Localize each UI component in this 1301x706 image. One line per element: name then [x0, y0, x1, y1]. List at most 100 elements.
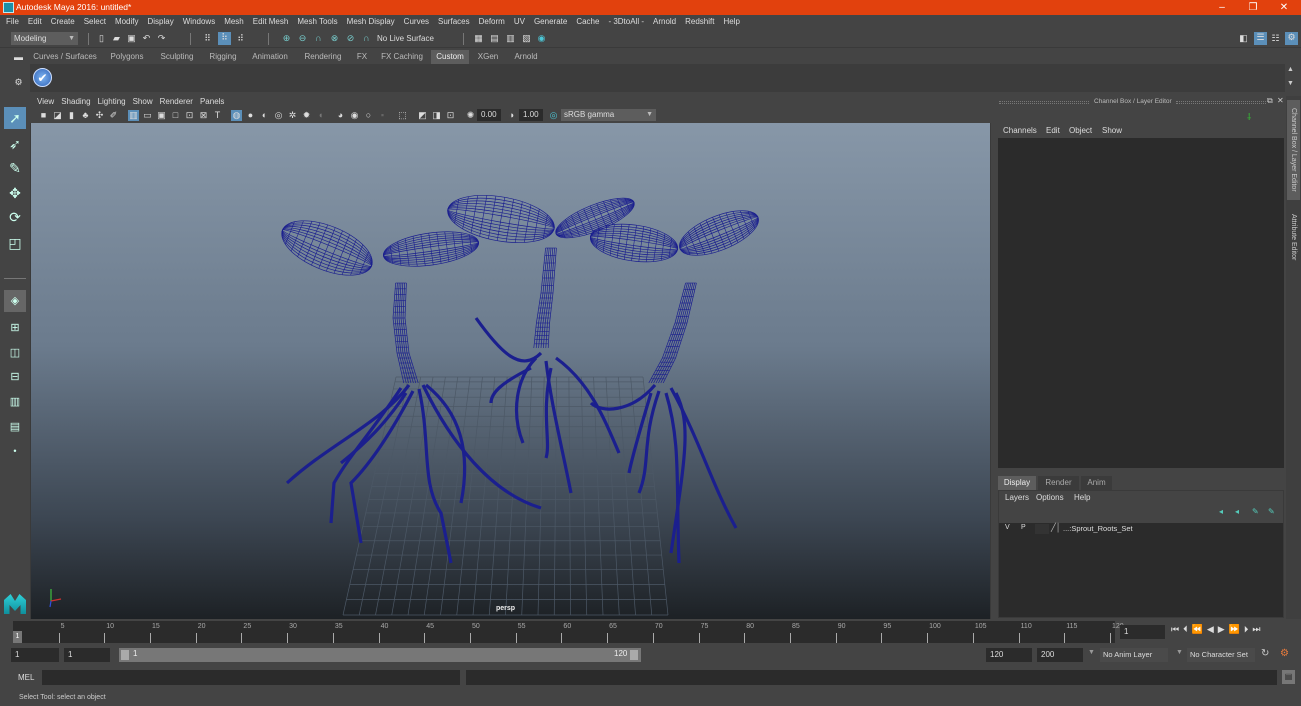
attribute-editor-toggle-icon[interactable]: ☰ [1254, 32, 1267, 45]
exposure-field[interactable]: 0.00 [477, 109, 501, 121]
cb-menu-edit[interactable]: Edit [1046, 126, 1060, 135]
maximize-button[interactable]: ❐ [1238, 0, 1268, 15]
gate-mask-icon[interactable]: □ [170, 110, 181, 121]
redo-icon[interactable]: ↷ [156, 33, 167, 44]
use-default-material-icon[interactable]: ◐ [259, 110, 270, 121]
shelf-settings-icon[interactable]: ⚙ [13, 77, 24, 88]
menu-mesh-display[interactable]: Mesh Display [347, 15, 395, 29]
script-editor-icon[interactable]: ▤ [1282, 670, 1295, 684]
vp-menu-show[interactable]: Show [133, 96, 153, 108]
new-empty-layer-icon[interactable]: ✎ [1252, 507, 1259, 516]
mode-dropdown[interactable]: Modeling ▼ [11, 32, 78, 45]
shelf-tab-rigging[interactable]: Rigging [204, 50, 242, 64]
layer-color-icon[interactable]: ╱│ [1051, 523, 1061, 532]
shelf-scroll-down-icon[interactable]: ▼ [1287, 80, 1294, 87]
go-to-start-icon[interactable]: ⏮ [1171, 624, 1183, 634]
menu-3dtoall[interactable]: - 3DtoAll - [608, 15, 644, 29]
chevron-down-icon[interactable]: ▼ [1176, 649, 1183, 656]
current-time-marker[interactable]: 1 [13, 631, 22, 643]
hypershade-icon[interactable]: ◉ [536, 33, 547, 44]
select-tool-icon[interactable]: ➚ [4, 107, 26, 129]
screen-space-ao-icon[interactable]: ◕ [335, 110, 346, 121]
layer-tab-render[interactable]: Render [1038, 476, 1079, 490]
open-scene-icon[interactable]: ▰ [111, 33, 122, 44]
scale-tool-icon[interactable]: ◰ [4, 232, 26, 254]
menu-mesh[interactable]: Mesh [224, 15, 244, 29]
shelf-tab-fx-caching[interactable]: FX Caching [377, 50, 427, 64]
textured-icon[interactable]: ✲ [287, 110, 298, 121]
step-back-frame-icon[interactable]: ⏴ [1183, 624, 1192, 634]
snap-curve-icon[interactable]: ⊖ [297, 33, 308, 44]
cb-menu-channels[interactable]: Channels [1003, 126, 1037, 135]
shelf-tab-rendering[interactable]: Rendering [299, 50, 347, 64]
grid-toggle-icon[interactable]: ▥ [128, 110, 139, 121]
isolate-select-icon[interactable]: ⬚ [397, 110, 408, 121]
shelf-tab-curves-surfaces[interactable]: Curves / Surfaces [31, 50, 99, 64]
undo-icon[interactable]: ↶ [141, 33, 152, 44]
scene-start-field[interactable]: 1 [11, 648, 59, 662]
smooth-shade-icon[interactable]: ● [245, 110, 256, 121]
layer-visibility-toggle[interactable]: V [1005, 524, 1010, 531]
camera-icon[interactable]: ■ [38, 110, 49, 121]
shadows-icon[interactable]: ◖ [315, 110, 326, 121]
le-menu-layers[interactable]: Layers [1005, 493, 1029, 502]
menu-generate[interactable]: Generate [534, 15, 567, 29]
live-surface-field[interactable]: No Live Surface [374, 32, 454, 45]
menu-file[interactable]: File [6, 15, 19, 29]
menu-surfaces[interactable]: Surfaces [438, 15, 470, 29]
snap-live-icon[interactable]: ∩ [361, 33, 372, 44]
motion-blur-icon[interactable]: ◉ [349, 110, 360, 121]
shelf-scroll-up-icon[interactable]: ▲ [1287, 66, 1294, 73]
menu-help[interactable]: Help [723, 15, 739, 29]
layer-row[interactable]: V P ╱│ ...:Sprout_Roots_Set [999, 523, 1283, 535]
shelf-tab-animation[interactable]: Animation [248, 50, 292, 64]
modeling-toolkit-icon[interactable]: ◧ [1238, 33, 1249, 44]
resolution-gate-icon[interactable]: ▣ [156, 110, 167, 121]
go-to-end-icon[interactable]: ⏭ [1252, 624, 1264, 634]
new-layer-selected-icon[interactable]: ✎ [1268, 507, 1275, 516]
side-tab-channel-box[interactable]: Channel Box / Layer Editor [1287, 100, 1300, 200]
range-start-handle[interactable] [121, 650, 129, 660]
safe-action-icon[interactable]: ⊠ [198, 110, 209, 121]
film-gate-icon[interactable]: ▭ [142, 110, 153, 121]
menu-uv[interactable]: UV [514, 15, 525, 29]
scene-canvas[interactable] [31, 123, 990, 619]
auto-key-icon[interactable]: ↻ [1261, 648, 1269, 659]
wireframe-on-shaded-icon[interactable]: ◎ [273, 110, 284, 121]
minimize-button[interactable]: – [1207, 0, 1237, 15]
menu-cache[interactable]: Cache [576, 15, 599, 29]
menu-curves[interactable]: Curves [404, 15, 429, 29]
float-panel-icon[interactable]: ⧉ [1267, 96, 1273, 106]
xray-components-icon[interactable]: ⊡ [445, 110, 456, 121]
vp-menu-panels[interactable]: Panels [200, 96, 224, 108]
rotate-tool-icon[interactable]: ⟳ [4, 206, 26, 228]
custom-shelf-check-icon[interactable]: ✔ [33, 68, 52, 87]
save-scene-icon[interactable]: ▣ [126, 33, 137, 44]
multisample-aa-icon[interactable]: ○ [363, 110, 374, 121]
menu-mesh-tools[interactable]: Mesh Tools [297, 15, 337, 29]
tool-settings-icon[interactable]: ☷ [1270, 33, 1281, 44]
cb-menu-show[interactable]: Show [1102, 126, 1122, 135]
grease-pencil-icon[interactable]: ✐ [108, 110, 119, 121]
play-forwards-icon[interactable]: ▶ [1218, 624, 1229, 634]
chevron-down-icon[interactable]: ▼ [1088, 649, 1095, 656]
render-view-icon[interactable]: ▦ [473, 33, 484, 44]
xray-icon[interactable]: ◩ [417, 110, 428, 121]
shelf-tab-fx[interactable]: FX [352, 50, 372, 64]
time-slider-track[interactable]: 1 5 10 15 20 25 30 35 40 45 50 55 60 65 70 75 80 85 90 95 1… [13, 621, 1124, 643]
menu-edit-mesh[interactable]: Edit Mesh [253, 15, 289, 29]
side-tab-attribute-editor[interactable]: Attribute Editor [1287, 206, 1300, 268]
shelf-tab-xgen[interactable]: XGen [474, 50, 502, 64]
vp-menu-renderer[interactable]: Renderer [160, 96, 193, 108]
layer-tab-display[interactable]: Display [998, 476, 1036, 490]
single-pane-layout-icon[interactable]: ◈ [4, 290, 26, 312]
menu-arnold[interactable]: Arnold [653, 15, 676, 29]
two-pane-stacked-layout-icon[interactable]: ⊟ [4, 366, 26, 388]
panel-drag-handle[interactable] [999, 101, 1089, 104]
le-menu-help[interactable]: Help [1074, 493, 1090, 502]
menu-edit[interactable]: Edit [28, 15, 42, 29]
shelf-tab-sculpting[interactable]: Sculpting [154, 50, 200, 64]
panel-drag-handle[interactable] [1176, 101, 1266, 104]
snap-view-plane-icon[interactable]: ⊗ [329, 33, 340, 44]
move-layer-up-icon[interactable]: ◂ [1219, 507, 1223, 516]
